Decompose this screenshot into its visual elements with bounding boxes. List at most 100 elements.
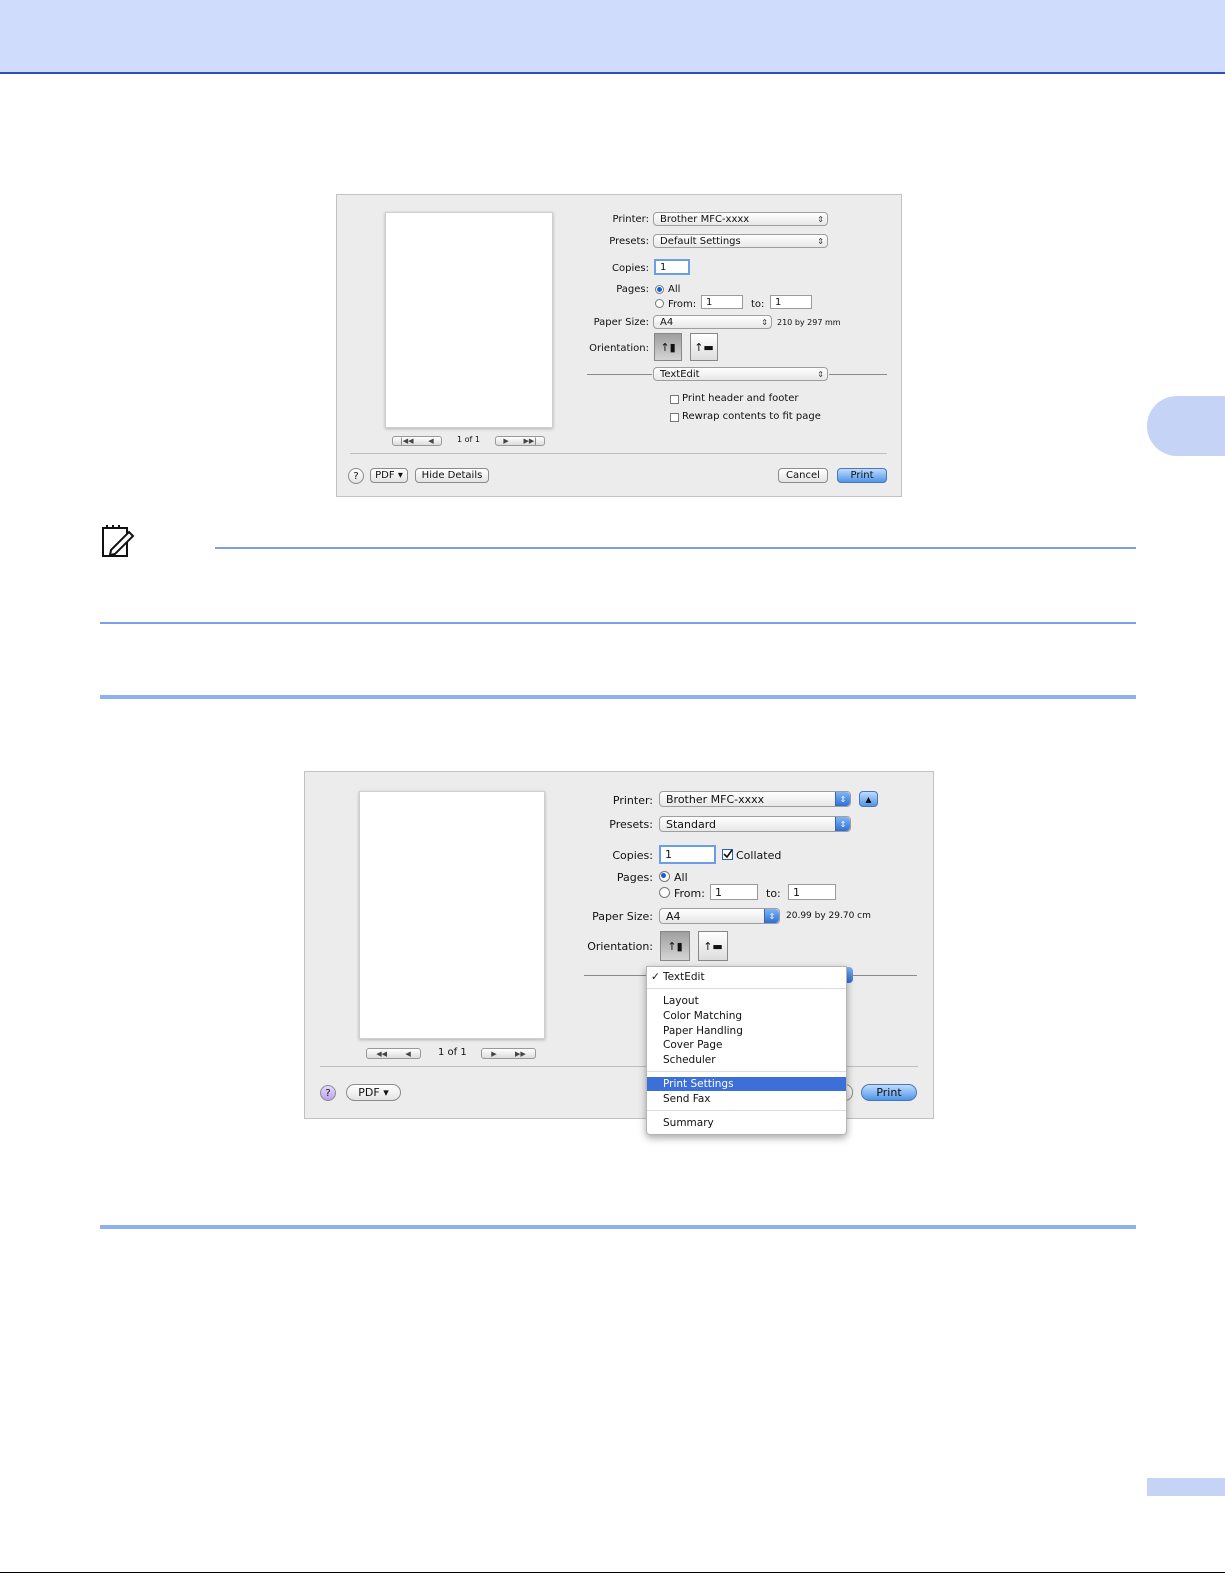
updown-icon: ⇕ bbox=[817, 369, 824, 379]
paper-size-value: A4 bbox=[660, 316, 674, 328]
preview-page-counter: 1 of 1 bbox=[457, 435, 480, 444]
menu-item-textedit[interactable]: ✓ TextEdit bbox=[647, 970, 846, 984]
print-button[interactable]: Print bbox=[861, 1084, 917, 1101]
print-header-footer-label: Print header and footer bbox=[682, 393, 799, 404]
printer-popup[interactable]: Brother MFC-xxxx ⇕ bbox=[653, 212, 828, 226]
menu-item-cover-page[interactable]: Cover Page bbox=[647, 1038, 846, 1052]
pages-all-radio[interactable] bbox=[659, 871, 670, 882]
pdf-menu-button[interactable]: PDF ▾ bbox=[370, 468, 408, 483]
cancel-button[interactable]: Cancel bbox=[778, 468, 828, 483]
footer-line bbox=[0, 1572, 1225, 1573]
menu-item-layout[interactable]: Layout bbox=[647, 994, 846, 1008]
menu-item-summary[interactable]: Summary bbox=[647, 1116, 846, 1130]
section-dropdown-menu: ✓ TextEdit Layout Color Matching Paper H… bbox=[646, 966, 847, 1135]
rewrap-contents-label: Rewrap contents to fit page bbox=[682, 411, 821, 422]
landscape-orientation-button[interactable]: ↑▬ bbox=[690, 333, 718, 361]
paper-size-label: Paper Size: bbox=[593, 317, 649, 328]
pages-to-label: to: bbox=[766, 887, 781, 900]
pages-from-radio[interactable] bbox=[659, 887, 670, 898]
menu-separator bbox=[647, 1071, 846, 1072]
preview-next-last-buttons[interactable]: ▶ ▶▶ bbox=[481, 1048, 536, 1059]
updown-icon: ⇕ bbox=[761, 317, 768, 327]
menu-item-color-matching[interactable]: Color Matching bbox=[647, 1009, 846, 1023]
pencil-note-icon bbox=[101, 524, 135, 558]
paper-size-label: Paper Size: bbox=[592, 910, 653, 923]
copies-label: Copies: bbox=[612, 263, 649, 274]
preview-first-prev-buttons[interactable]: |◀◀ ◀ bbox=[392, 436, 442, 446]
section-divider-left bbox=[587, 374, 652, 375]
chapter-tab bbox=[1147, 396, 1225, 456]
pages-to-field[interactable]: 1 bbox=[788, 884, 836, 900]
print-header-footer-checkbox[interactable] bbox=[670, 395, 679, 404]
paper-size-popup[interactable]: A4 ⇕ bbox=[659, 908, 780, 924]
presets-value: Default Settings bbox=[660, 235, 741, 247]
pages-label: Pages: bbox=[616, 284, 649, 295]
collapse-details-button[interactable]: ▲ bbox=[859, 791, 878, 807]
pages-from-label: From: bbox=[674, 887, 705, 900]
paper-dimensions: 210 by 297 mm bbox=[777, 318, 841, 327]
bottom-divider bbox=[350, 453, 887, 454]
portrait-icon: ↑▮ bbox=[660, 340, 676, 354]
printer-label: Printer: bbox=[612, 794, 653, 807]
landscape-icon: ↑▬ bbox=[703, 939, 723, 953]
pages-from-label: From: bbox=[668, 299, 697, 310]
printer-label: Printer: bbox=[612, 214, 649, 225]
preview-first-prev-buttons[interactable]: ◀◀ ◀ bbox=[366, 1048, 421, 1059]
paper-size-popup[interactable]: A4 ⇕ bbox=[653, 315, 772, 329]
print-preview-page bbox=[385, 212, 553, 428]
preview-page-counter: 1 of 1 bbox=[438, 1047, 467, 1058]
updown-icon: ⇕ bbox=[764, 909, 779, 923]
collated-checkbox[interactable] bbox=[722, 849, 733, 860]
landscape-icon: ↑▬ bbox=[694, 340, 714, 354]
pages-all-label: All bbox=[674, 871, 688, 884]
landscape-orientation-button[interactable]: ↑▬ bbox=[698, 931, 728, 961]
portrait-orientation-button[interactable]: ↑▮ bbox=[654, 333, 682, 361]
print-button[interactable]: Print bbox=[837, 468, 887, 483]
triangle-up-icon: ▲ bbox=[865, 794, 872, 804]
presets-popup[interactable]: Default Settings ⇕ bbox=[653, 234, 828, 248]
rewrap-contents-checkbox[interactable] bbox=[670, 413, 679, 422]
pages-to-field[interactable]: 1 bbox=[770, 295, 812, 309]
menu-item-print-settings[interactable]: Print Settings bbox=[647, 1077, 846, 1091]
menu-item-scheduler[interactable]: Scheduler bbox=[647, 1053, 846, 1067]
hide-details-button[interactable]: Hide Details bbox=[415, 468, 489, 483]
pages-from-field[interactable]: 1 bbox=[701, 295, 743, 309]
print-dialog-default: |◀◀ ◀ 1 of 1 ▶ ▶▶| Printer: Brother MFC-xx… bbox=[336, 194, 902, 497]
checkmark-icon: ✓ bbox=[651, 971, 660, 983]
collated-label: Collated bbox=[736, 849, 782, 862]
section-divider-right bbox=[853, 975, 917, 976]
help-button[interactable]: ? bbox=[348, 468, 364, 484]
pages-from-field[interactable]: 1 bbox=[710, 884, 758, 900]
updown-icon: ⇕ bbox=[835, 792, 850, 806]
portrait-orientation-button[interactable]: ↑▮ bbox=[660, 931, 690, 961]
copies-field[interactable]: 1 bbox=[659, 845, 716, 864]
menu-item-paper-handling[interactable]: Paper Handling bbox=[647, 1024, 846, 1038]
preview-next-last-buttons[interactable]: ▶ ▶▶| bbox=[495, 436, 545, 446]
updown-icon: ⇕ bbox=[817, 214, 824, 224]
pages-all-radio[interactable] bbox=[655, 285, 664, 294]
pages-from-radio[interactable] bbox=[655, 299, 664, 308]
copies-label: Copies: bbox=[612, 849, 653, 862]
note-top-rule bbox=[215, 547, 1136, 549]
print-preview-page bbox=[359, 791, 545, 1039]
section-rule-1 bbox=[100, 695, 1136, 699]
pages-all-label: All bbox=[668, 284, 681, 295]
menu-separator bbox=[647, 988, 846, 989]
pages-label: Pages: bbox=[616, 871, 653, 884]
presets-value: Standard bbox=[666, 817, 717, 831]
updown-icon: ⇕ bbox=[817, 236, 824, 246]
section-divider-left bbox=[584, 975, 649, 976]
menu-item-send-fax[interactable]: Send Fax bbox=[647, 1092, 846, 1106]
printer-value: Brother MFC-xxxx bbox=[666, 792, 765, 806]
section-popup[interactable]: TextEdit ⇕ bbox=[653, 367, 828, 381]
pdf-menu-button[interactable]: PDF ▾ bbox=[346, 1084, 401, 1101]
paper-size-value: A4 bbox=[666, 909, 681, 923]
help-button[interactable]: ? bbox=[320, 1085, 336, 1101]
printer-popup[interactable]: Brother MFC-xxxx ⇕ bbox=[659, 791, 851, 807]
pages-to-label: to: bbox=[751, 299, 765, 310]
copies-field[interactable]: 1 bbox=[654, 259, 690, 275]
menu-separator bbox=[647, 1110, 846, 1111]
section-divider-right bbox=[829, 374, 887, 375]
page-number-tab bbox=[1147, 1478, 1225, 1496]
presets-popup[interactable]: Standard ⇕ bbox=[659, 816, 851, 832]
